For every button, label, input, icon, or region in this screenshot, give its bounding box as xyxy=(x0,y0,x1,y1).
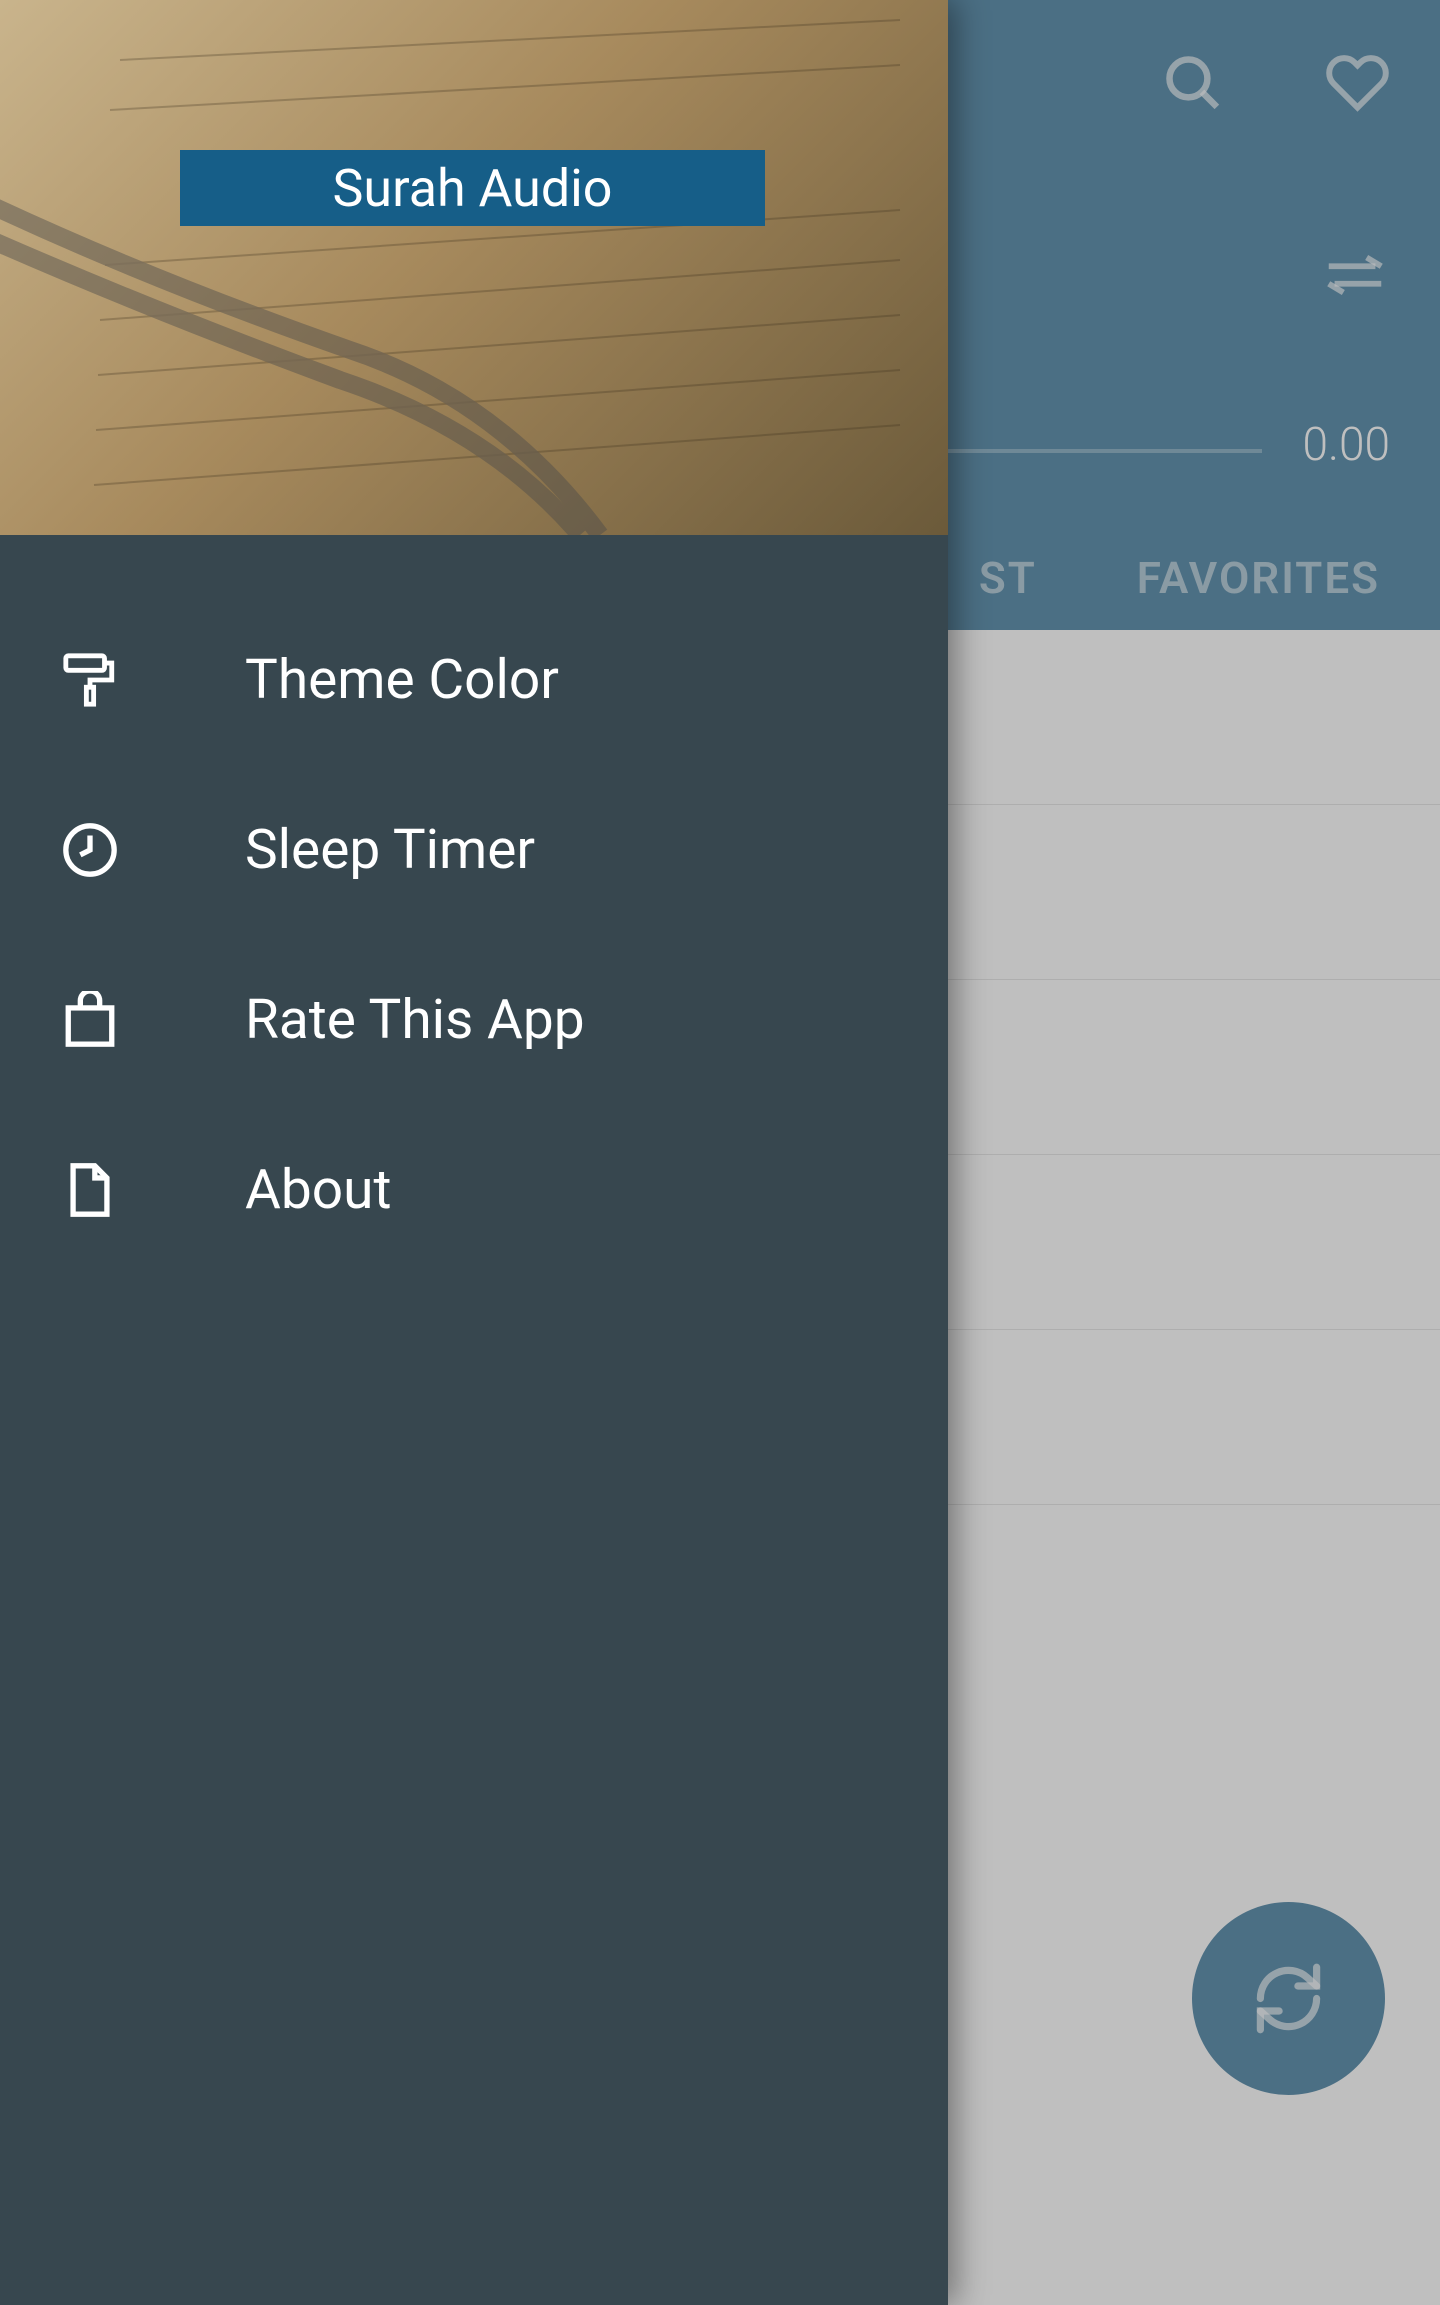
shopping-bag-icon xyxy=(55,991,125,1049)
app-screen: 0.00 ST FAVORITES xyxy=(0,0,1440,2305)
drawer-item-sleep-timer[interactable]: Sleep Timer xyxy=(0,765,948,935)
drawer-item-label: Rate This App xyxy=(245,988,585,1052)
drawer-item-rate-app[interactable]: Rate This App xyxy=(0,935,948,1105)
drawer-title-badge: Surah Audio xyxy=(180,150,765,226)
paint-roller-icon xyxy=(55,651,125,709)
drawer-menu: Theme Color Sleep Timer xyxy=(0,535,948,1275)
drawer-title: Surah Audio xyxy=(333,158,613,219)
clock-icon xyxy=(55,821,125,879)
file-icon xyxy=(55,1161,125,1219)
drawer-header: Surah Audio xyxy=(0,0,948,535)
drawer-item-theme-color[interactable]: Theme Color xyxy=(0,595,948,765)
navigation-drawer: Surah Audio Theme Color xyxy=(0,0,948,2305)
drawer-item-label: Sleep Timer xyxy=(245,818,535,882)
header-decoration xyxy=(0,0,948,535)
drawer-item-label: About xyxy=(245,1158,391,1222)
drawer-item-about[interactable]: About xyxy=(0,1105,948,1275)
drawer-item-label: Theme Color xyxy=(245,648,559,712)
